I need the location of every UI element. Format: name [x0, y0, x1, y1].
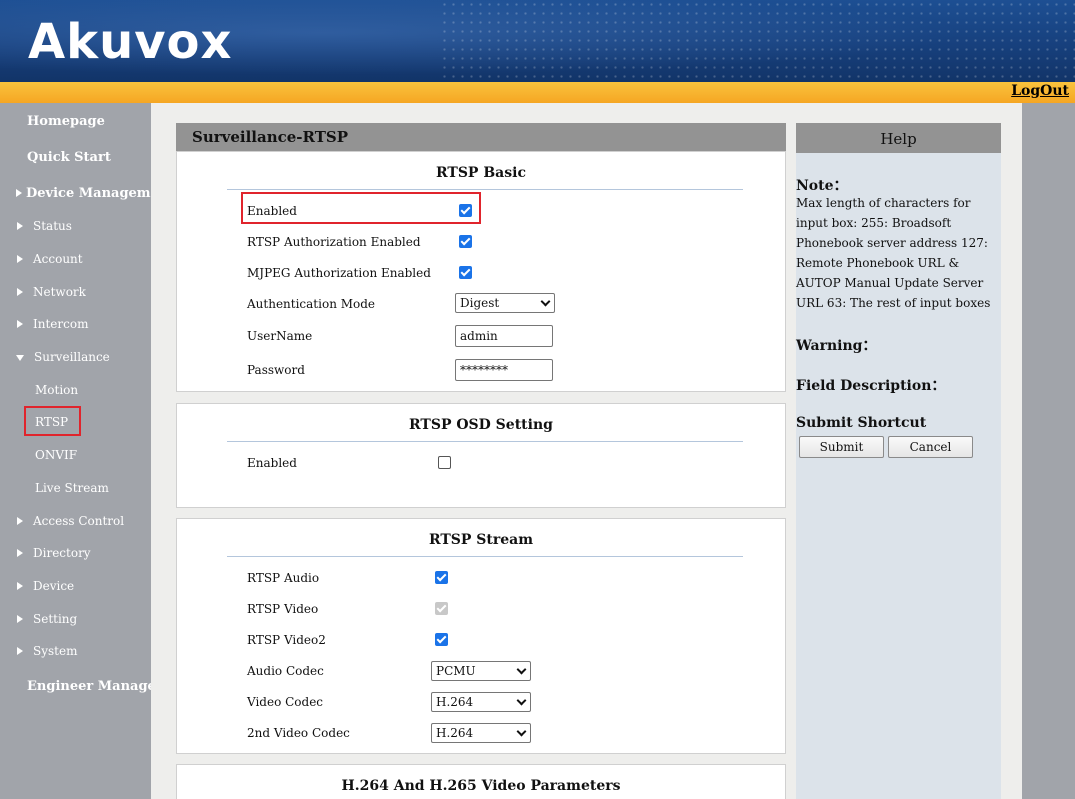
chevron-down-icon	[516, 664, 527, 675]
sidebar-item-account[interactable]: Account	[17, 252, 83, 266]
note-heading: Note：	[796, 178, 848, 194]
section-divider	[227, 441, 743, 442]
rtsp-auth-label: RTSP Authorization Enabled	[247, 235, 421, 249]
rtsp-highlight-box	[24, 406, 81, 436]
sidebar-item-device[interactable]: Device	[17, 579, 74, 593]
chevron-right-icon	[16, 189, 22, 197]
password-input[interactable]: ********	[455, 359, 553, 381]
audio-codec-select[interactable]: PCMU	[431, 661, 531, 681]
sidebar-item-network[interactable]: Network	[17, 285, 86, 299]
chevron-right-icon	[17, 288, 23, 296]
video-params-title: H.264 And H.265 Video Parameters	[341, 778, 621, 794]
osd-enabled-checkbox[interactable]	[438, 456, 451, 469]
sidebar-item-engineer-management[interactable]: Engineer Manage…	[27, 679, 169, 694]
section-divider	[227, 189, 743, 190]
chevron-right-icon	[17, 517, 23, 525]
osd-enabled-label: Enabled	[247, 456, 297, 470]
sidebar-item-directory[interactable]: Directory	[17, 546, 91, 560]
warning-heading: Warning：	[796, 338, 877, 354]
chevron-down-icon	[16, 355, 24, 361]
sidebar-item-access-control[interactable]: Access Control	[17, 514, 124, 528]
chevron-right-icon	[17, 320, 23, 328]
chevron-right-icon	[17, 647, 23, 655]
chevron-right-icon	[17, 615, 23, 623]
password-label: Password	[247, 363, 305, 377]
page-title: Surveillance-RTSP	[176, 123, 786, 151]
header-banner: Akuvox	[0, 0, 1075, 82]
rtsp-osd-title: RTSP OSD Setting	[409, 417, 553, 433]
note-text: Max length of characters for input box: …	[796, 196, 991, 310]
auth-mode-select[interactable]: Digest	[455, 293, 555, 313]
top-bar: LogOut	[0, 82, 1075, 103]
rtsp-audio-label: RTSP Audio	[247, 571, 320, 585]
rtsp-auth-checkbox[interactable]	[459, 235, 472, 248]
submit-button[interactable]: Submit	[799, 436, 884, 458]
sidebar-item-setting[interactable]: Setting	[17, 612, 77, 626]
username-label: UserName	[247, 329, 313, 343]
mjpeg-auth-label: MJPEG Authorization Enabled	[247, 266, 431, 280]
cancel-button[interactable]: Cancel	[888, 436, 973, 458]
chevron-down-icon	[516, 695, 527, 706]
rtsp-stream-title: RTSP Stream	[428, 532, 534, 548]
field-description-heading: Field Description：	[796, 378, 946, 394]
audio-codec-label: Audio Codec	[247, 664, 324, 678]
auth-mode-label: Authentication Mode	[247, 297, 376, 311]
rtsp-audio-checkbox[interactable]	[435, 571, 448, 584]
rtsp-video2-checkbox[interactable]	[435, 633, 448, 646]
video-codec-label: Video Codec	[247, 695, 324, 709]
sidebar-item-surveillance[interactable]: Surveillance	[16, 350, 110, 364]
sidebar-item-quick-start[interactable]: Quick Start	[27, 150, 111, 165]
sidebar-item-homepage[interactable]: Homepage	[27, 114, 105, 129]
sidebar-item-system[interactable]: System	[17, 644, 77, 658]
rtsp-video-label: RTSP Video	[247, 602, 319, 616]
chevron-right-icon	[17, 549, 23, 557]
mjpeg-auth-checkbox[interactable]	[459, 266, 472, 279]
sidebar-item-onvif[interactable]: ONVIF	[35, 448, 77, 462]
video2-codec-label: 2nd Video Codec	[247, 726, 350, 740]
sidebar-item-intercom[interactable]: Intercom	[17, 317, 88, 331]
enabled-highlight-box	[241, 192, 481, 224]
chevron-right-icon	[17, 222, 23, 230]
right-gutter	[1022, 103, 1075, 799]
help-title: Help	[796, 123, 1001, 153]
video-params-section: H.264 And H.265 Video Parameters	[176, 764, 786, 799]
submit-shortcut-heading: Submit Shortcut	[796, 415, 927, 431]
akuvox-logo: Akuvox	[28, 14, 233, 70]
header-dot-pattern	[440, 0, 1075, 82]
video2-codec-select[interactable]: H.264	[431, 723, 531, 743]
rtsp-video-checkbox	[435, 602, 448, 615]
chevron-right-icon	[17, 582, 23, 590]
rtsp-video2-label: RTSP Video2	[247, 633, 326, 647]
logout-link[interactable]: LogOut	[1011, 83, 1069, 99]
sidebar-item-motion[interactable]: Motion	[35, 383, 78, 397]
sidebar-item-live-stream[interactable]: Live Stream	[35, 481, 109, 495]
section-divider	[227, 556, 743, 557]
chevron-down-icon	[516, 726, 527, 737]
rtsp-basic-title: RTSP Basic	[436, 165, 526, 181]
username-input[interactable]: admin	[455, 325, 553, 347]
sidebar-item-status[interactable]: Status	[17, 219, 72, 233]
chevron-down-icon	[540, 296, 551, 307]
video-codec-select[interactable]: H.264	[431, 692, 531, 712]
chevron-right-icon	[17, 255, 23, 263]
